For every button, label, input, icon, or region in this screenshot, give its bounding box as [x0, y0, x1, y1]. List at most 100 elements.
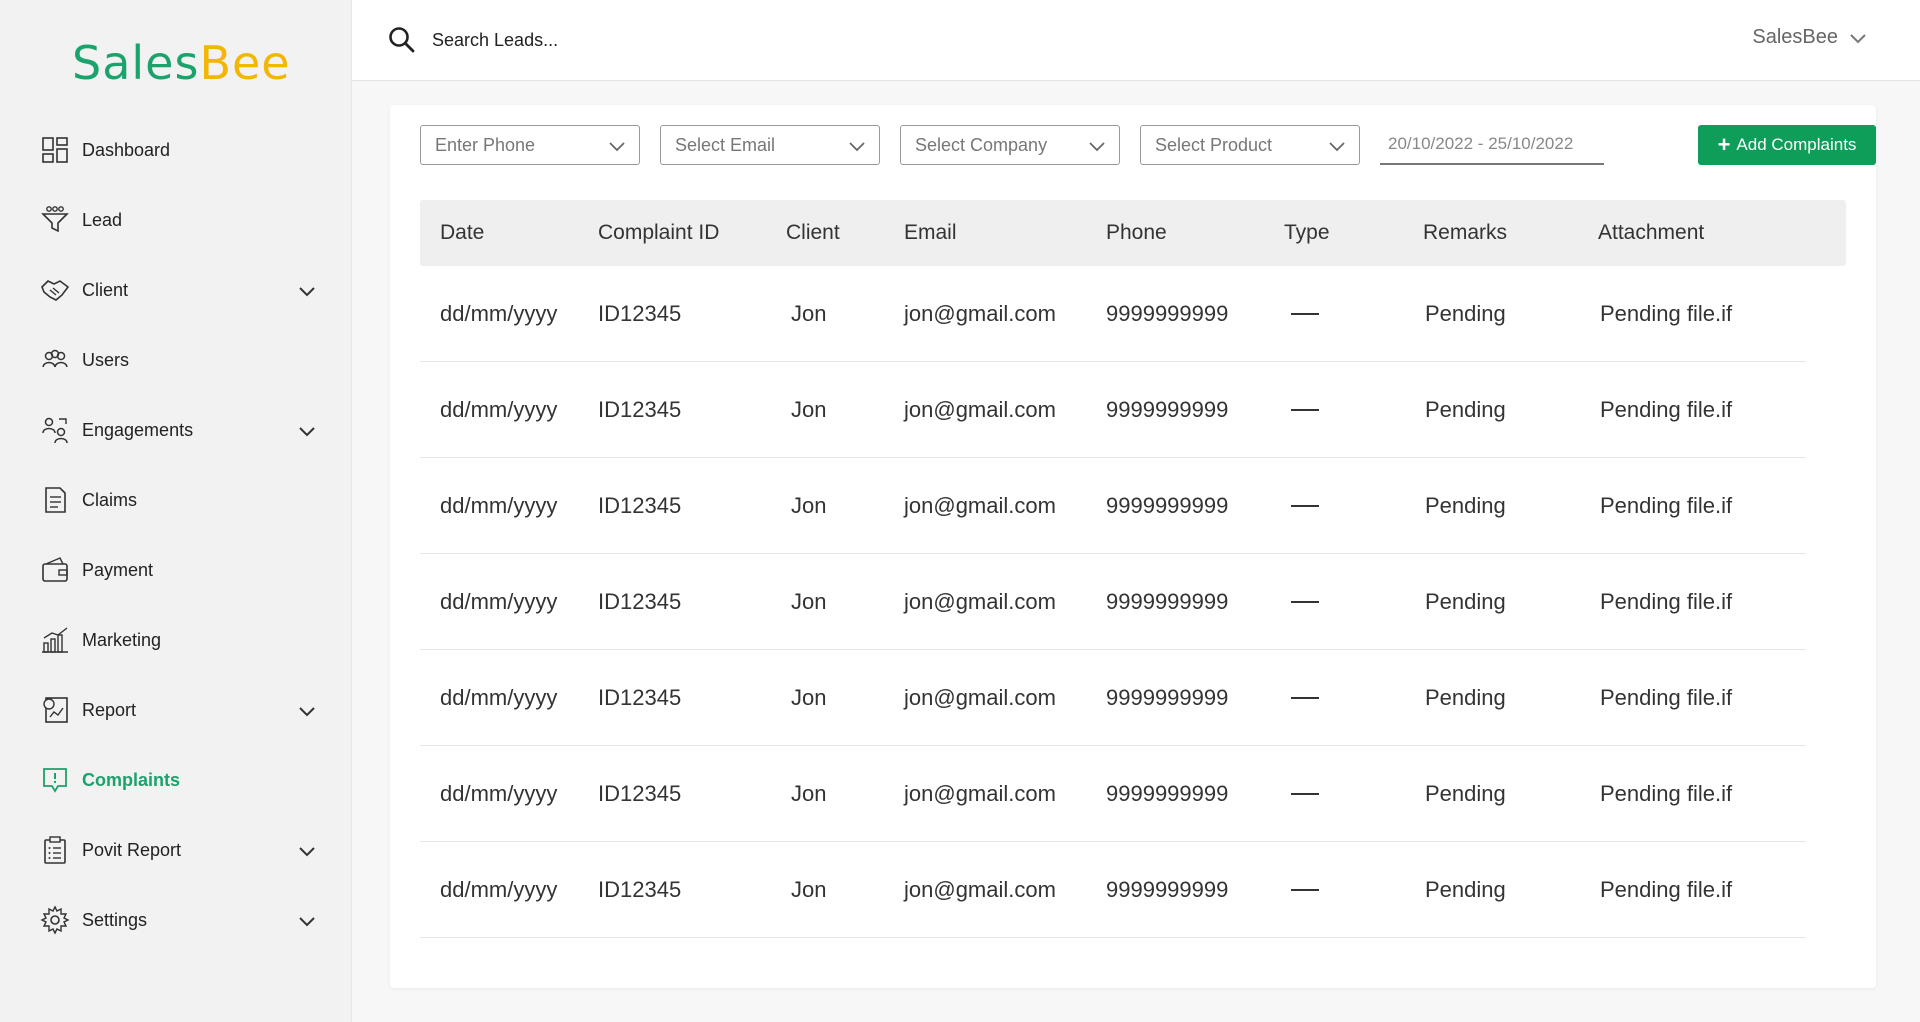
attachment-cell[interactable]: Pending file.if: [1600, 842, 1732, 938]
phone-cell: 9999999999: [1106, 589, 1229, 614]
column-header-date[interactable]: Date: [440, 200, 484, 266]
empty-type-dash: [1291, 313, 1319, 315]
wallet-icon: [40, 553, 70, 587]
attachment-cell[interactable]: Pending file.if: [1600, 266, 1732, 362]
client-cell: Jon: [791, 493, 827, 518]
sidebar-item-lead[interactable]: Lead: [0, 185, 352, 255]
email-select-value: Select Email: [675, 134, 776, 155]
client-cell: Jon: [791, 301, 827, 326]
type-cell: [1291, 842, 1319, 938]
sidebar-item-povit-report[interactable]: Povit Report: [0, 815, 352, 885]
email-cell: jon@gmail.com: [904, 397, 1056, 422]
client-cell: Jon: [791, 589, 827, 614]
attachment-cell[interactable]: Pending file.if: [1600, 554, 1732, 650]
table-row[interactable]: dd/mm/yyyy ID12345 Jon jon@gmail.com 9999999…: [420, 458, 1806, 554]
sidebar-item-engagements[interactable]: Engagements: [0, 395, 352, 465]
user-menu[interactable]: SalesBee: [1752, 26, 1868, 49]
remarks-cell: Pending: [1425, 301, 1506, 326]
date-cell: dd/mm/yyyy: [440, 301, 558, 326]
chevron-down-icon[interactable]: [296, 910, 318, 932]
complaint-id-cell: ID12345: [598, 877, 682, 902]
column-header-phone[interactable]: Phone: [1106, 200, 1167, 266]
date-range-picker[interactable]: 20/10/2022 - 25/10/2022: [1380, 125, 1604, 165]
column-header-remarks[interactable]: Remarks: [1423, 200, 1507, 266]
remarks-cell: Pending: [1425, 493, 1506, 518]
funnel-icon: [40, 203, 70, 237]
chevron-down-icon[interactable]: [296, 420, 318, 442]
sidebar-item-label: Marketing: [82, 629, 162, 650]
sidebar-item-dashboard[interactable]: Dashboard: [0, 115, 352, 185]
date-cell: dd/mm/yyyy: [440, 781, 558, 806]
sidebar-item-label: Client: [82, 279, 129, 300]
table-row[interactable]: dd/mm/yyyy ID12345 Jon jon@gmail.com 9999999…: [420, 650, 1806, 746]
sidebar-item-payment[interactable]: Payment: [0, 535, 352, 605]
email-cell: jon@gmail.com: [904, 781, 1056, 806]
attachment-cell[interactable]: Pending file.if: [1600, 458, 1732, 554]
sidebar-item-complaints[interactable]: Complaints: [0, 745, 352, 815]
user-name: SalesBee: [1752, 26, 1838, 48]
top-header: SalesBee: [352, 0, 1920, 81]
product-select[interactable]: Select Product: [1140, 125, 1360, 165]
sidebar-item-claims[interactable]: Claims: [0, 465, 352, 535]
chevron-down-icon: [1850, 33, 1866, 43]
type-cell: [1291, 554, 1319, 650]
table-row[interactable]: dd/mm/yyyy ID12345 Jon jon@gmail.com 9999999…: [420, 554, 1806, 650]
date-cell: dd/mm/yyyy: [440, 589, 558, 614]
type-cell: [1291, 746, 1319, 842]
complaint-id-cell: ID12345: [598, 493, 682, 518]
table-row[interactable]: dd/mm/yyyy ID12345 Jon jon@gmail.com 9999999…: [420, 842, 1806, 938]
chevron-down-icon[interactable]: [296, 840, 318, 862]
sidebar-item-label: Engagements: [82, 419, 194, 440]
date-cell: dd/mm/yyyy: [440, 685, 558, 710]
add-complaints-button[interactable]: + Add Complaints: [1698, 125, 1876, 165]
sidebar-item-label: Complaints: [82, 769, 181, 790]
complaint-id-cell: ID12345: [598, 589, 682, 614]
table-row[interactable]: dd/mm/yyyy ID12345 Jon jon@gmail.com 9999999…: [420, 362, 1806, 458]
sidebar-item-users[interactable]: Users: [0, 325, 352, 395]
column-header-complaint-id[interactable]: Complaint ID: [598, 200, 719, 266]
table-row[interactable]: dd/mm/yyyy ID12345 Jon jon@gmail.com 9999999…: [420, 266, 1806, 362]
complaint-id-cell: ID12345: [598, 781, 682, 806]
attachment-cell[interactable]: Pending file.if: [1600, 650, 1732, 746]
attachment-cell[interactable]: Pending file.if: [1600, 746, 1732, 842]
client-cell: Jon: [791, 781, 827, 806]
sidebar-item-client[interactable]: Client: [0, 255, 352, 325]
phone-select-value: Enter Phone: [435, 134, 536, 155]
salesbee-logo[interactable]: SalesBee: [72, 22, 290, 92]
sidebar: SalesBee Dashboard Lead Client Users Engagem…: [0, 0, 352, 1022]
add-complaints-label: Add Complaints: [1736, 135, 1857, 154]
date-cell: dd/mm/yyyy: [440, 493, 558, 518]
search-input[interactable]: [432, 24, 932, 56]
client-cell: Jon: [791, 397, 827, 422]
sidebar-item-label: Povit Report: [82, 839, 182, 860]
column-header-attachment[interactable]: Attachment: [1598, 200, 1704, 266]
attachment-cell[interactable]: Pending file.if: [1600, 362, 1732, 458]
sidebar-item-settings[interactable]: Settings: [0, 885, 352, 955]
company-select[interactable]: Select Company: [900, 125, 1120, 165]
sidebar-item-label: Lead: [82, 209, 123, 230]
empty-type-dash: [1291, 601, 1319, 603]
chevron-down-icon[interactable]: [296, 700, 318, 722]
empty-type-dash: [1291, 793, 1319, 795]
phone-select[interactable]: Enter Phone: [420, 125, 640, 165]
sidebar-item-marketing[interactable]: Marketing: [0, 605, 352, 675]
product-select-value: Select Product: [1155, 134, 1273, 155]
complaint-icon: [40, 763, 70, 797]
chevron-down-icon[interactable]: [296, 280, 318, 302]
column-header-email[interactable]: Email: [904, 200, 957, 266]
handshake-icon: [40, 273, 70, 307]
search-icon: [389, 27, 415, 53]
table-row[interactable]: dd/mm/yyyy ID12345 Jon jon@gmail.com 9999999…: [420, 746, 1806, 842]
phone-cell: 9999999999: [1106, 685, 1229, 710]
type-cell: [1291, 458, 1319, 554]
empty-type-dash: [1291, 409, 1319, 411]
users-icon: [40, 343, 70, 377]
sidebar-item-label: Users: [82, 349, 130, 370]
document-icon: [40, 483, 70, 517]
column-header-type[interactable]: Type: [1284, 200, 1330, 266]
complaint-id-cell: ID12345: [598, 301, 682, 326]
column-header-client[interactable]: Client: [786, 200, 840, 266]
email-select[interactable]: Select Email: [660, 125, 880, 165]
sidebar-item-report[interactable]: Report: [0, 675, 352, 745]
chevron-down-icon: [609, 142, 625, 152]
